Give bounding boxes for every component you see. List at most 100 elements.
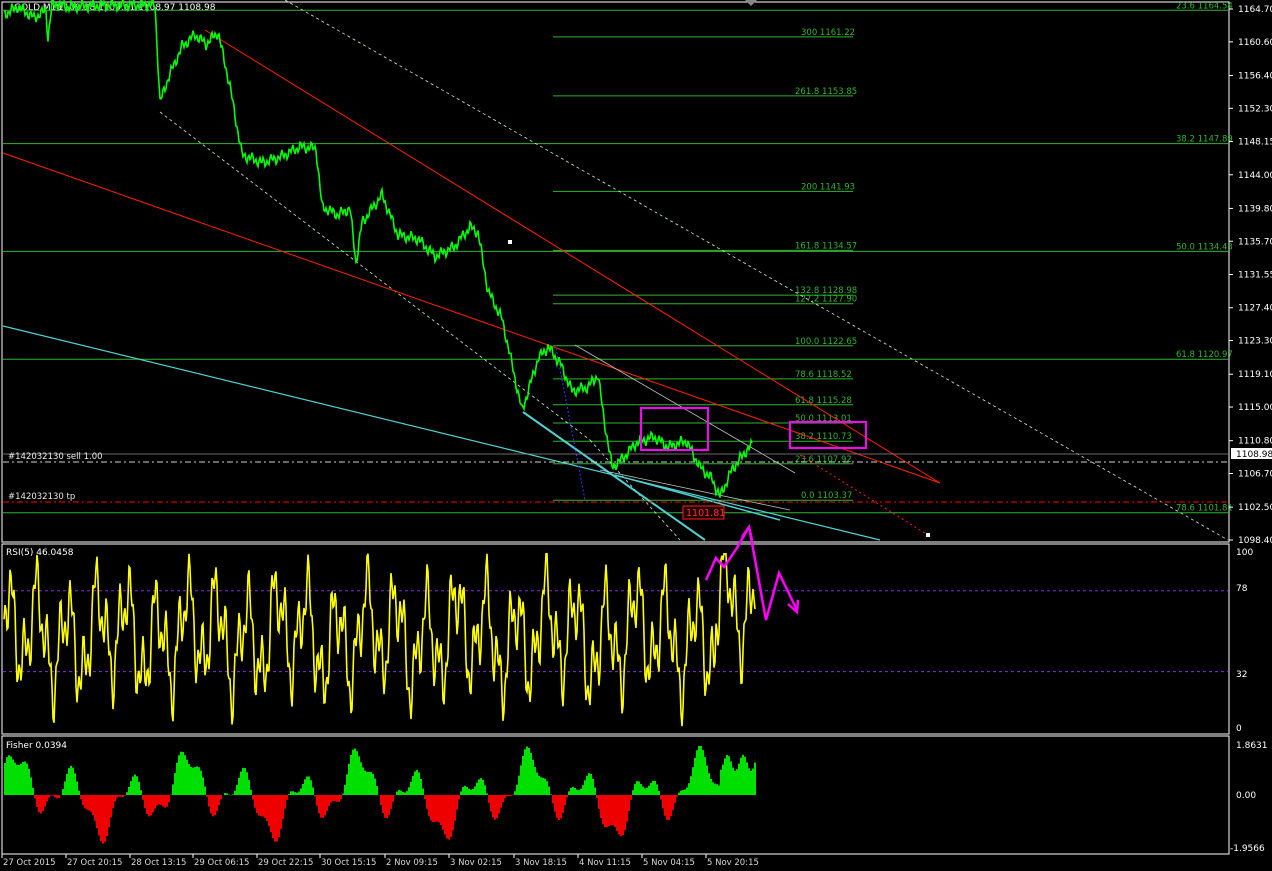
fisher-bar-up [572, 787, 574, 795]
fisher-bar-down [154, 795, 156, 809]
fisher-bar-down [34, 795, 36, 798]
price-tick-label: 1106.70 [1238, 470, 1272, 480]
fisher-bar-down [152, 795, 154, 812]
chart-window[interactable]: GOLD,M15 1109.38 1109.61 1108.97 1108.98… [0, 0, 1272, 867]
fisher-bar-up [680, 791, 682, 795]
fisher-bar-up [728, 756, 730, 795]
fisher-bar-up [420, 779, 422, 795]
fisher-bar-down [628, 795, 630, 811]
price-tick-label: 1098.40 [1238, 536, 1272, 546]
fisher-bar-up [234, 791, 236, 795]
channel-upper-line [285, 0, 1228, 540]
fisher-bar-up [22, 762, 24, 795]
fisher-bar-down [260, 795, 262, 816]
chart-canvas[interactable]: GOLD,M15 1109.38 1109.61 1108.97 1108.98… [0, 0, 1272, 867]
fisher-bar-up [466, 787, 468, 795]
fisher-bar-up [550, 794, 552, 795]
fisher-bar-up [518, 776, 520, 795]
fisher-bar-up [416, 770, 418, 795]
fisher-bar-up [736, 769, 738, 795]
fisher-tick-top: 1.8631 [1236, 741, 1268, 751]
trend-red-upper [205, 30, 940, 483]
fisher-bar-down [552, 795, 554, 803]
fisher-bar-up [582, 785, 584, 795]
fisher-bar-down [560, 795, 562, 818]
fisher-bar-down [672, 795, 674, 810]
fisher-bar-up [460, 792, 462, 796]
fisher-bar-down [92, 795, 94, 815]
date-tick-label: 5 Nov 20:15 [707, 858, 759, 867]
tp-order-label: #142032130 tp [8, 492, 75, 502]
trend-red-lower [3, 153, 940, 483]
fisher-bar-up [294, 792, 296, 795]
fisher-bar-down [270, 795, 272, 832]
fisher-bar-up [202, 777, 204, 795]
fisher-bar-down [630, 795, 632, 800]
fisher-bar-down [262, 795, 264, 817]
fisher-bar-down [492, 795, 494, 817]
price-tick-label: 1135.70 [1238, 237, 1272, 247]
fisher-bar-up [396, 792, 398, 795]
fib-ext-label: 261.8 1153.85 [795, 87, 857, 97]
fisher-bar-up [366, 772, 368, 795]
fisher-bar-up [342, 794, 344, 795]
fisher-bar-down [674, 795, 676, 803]
fisher-tick-zero: 0.00 [1236, 791, 1256, 801]
fisher-bar-down [314, 795, 316, 797]
fisher-bar-up [134, 775, 136, 795]
fisher-bar-up [64, 782, 66, 796]
sell-order-label: #142032130 sell 1.00 [8, 452, 103, 462]
fisher-bar-up [374, 779, 376, 795]
fisher-bar-down [604, 795, 606, 827]
fisher-bar-up [356, 751, 358, 795]
fisher-bar-down [394, 795, 396, 796]
fisher-bar-down [82, 795, 84, 805]
fisher-bar-up [686, 788, 688, 796]
fisher-bar-down [268, 795, 270, 826]
fisher-bar-up [712, 782, 714, 795]
fisher-bar-down [500, 795, 502, 808]
fisher-bar-up [196, 766, 198, 795]
price-axis: 1164.701160.601156.401152.301148.151144.… [1229, 5, 1272, 546]
fisher-bar-down [620, 795, 622, 836]
fib-level-label: 50.0 1134.43 [1176, 242, 1233, 252]
fisher-bar-up [642, 787, 644, 795]
fisher-bar-up [376, 786, 378, 795]
fisher-bar-down [446, 795, 448, 838]
fisher-bar-up [752, 769, 754, 796]
fisher-bar-up [140, 790, 142, 795]
fisher-bar-down [606, 795, 608, 827]
fisher-bar-up [192, 768, 194, 795]
date-tick-label: 28 Oct 13:15 [131, 858, 186, 867]
fisher-bar-up [538, 776, 540, 795]
fisher-bar-down [558, 795, 560, 820]
fisher-bar-up [312, 787, 314, 795]
fib-ext-label: 0.0 1103.37 [801, 491, 852, 501]
fisher-bar-up [678, 793, 680, 795]
fisher-bar-up [6, 757, 8, 795]
fisher-bar-up [74, 773, 76, 795]
fisher-bar-down [504, 795, 506, 798]
fisher-bar-down [452, 795, 454, 830]
fisher-bar-down [322, 795, 324, 818]
date-tick-label: 27 Oct 2015 [3, 858, 56, 867]
fisher-bar-down [430, 795, 432, 821]
fisher-bar-down [426, 795, 428, 809]
price-tick-label: 1139.80 [1238, 204, 1272, 214]
fisher-bar-up [704, 757, 706, 795]
chevron-down-icon[interactable] [745, 0, 757, 6]
anchor-point [926, 533, 930, 537]
date-tick-label: 29 Oct 22:15 [258, 858, 313, 867]
fisher-bar-up [482, 780, 484, 795]
rsi-series-line [4, 554, 755, 726]
fisher-bar-down [336, 795, 338, 802]
fisher-bar-down [102, 795, 104, 844]
price-tick-label: 1115.00 [1238, 403, 1272, 413]
fisher-bar-down [274, 795, 276, 842]
fisher-bar-down [442, 795, 444, 830]
fisher-bar-up [28, 769, 30, 795]
fisher-bar-up [178, 755, 180, 795]
fisher-bar-up [690, 776, 692, 795]
fisher-bar-up [358, 756, 360, 795]
fisher-bar-down [108, 795, 110, 827]
